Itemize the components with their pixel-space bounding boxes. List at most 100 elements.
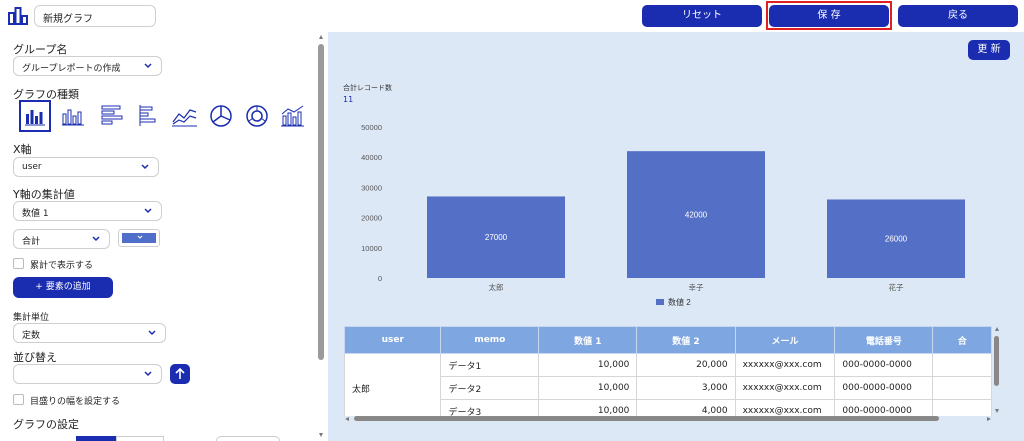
chevron-down-icon [144,371,152,377]
left-panel-scrollbar[interactable] [318,34,324,439]
legend-label: 数値 2 [668,297,691,307]
y-tick-label: 40000 [361,153,382,162]
y-agg-label: Y軸の集計値 [13,188,75,201]
y-agg-value: 数値 1 [22,209,49,219]
table-row: データ2 10,000 3,000 xxxxxx@xxx.com 000-000… [345,376,992,400]
chevron-down-icon [144,63,152,69]
top-bar: 新規グラフ リセット 保 存 戻る [0,0,1024,32]
table-cell [932,353,992,377]
arrow-up-icon [175,367,185,379]
table-header-row: user memo 数値 1 数値 2 メール 電話番号 合 [344,326,992,354]
donut-chart-icon[interactable] [241,100,273,132]
chart-settings-label: グラフの設定 [13,418,79,431]
table-vertical-scrollbar[interactable] [993,326,1001,416]
bar-vertical-thin-icon[interactable] [58,100,90,132]
left-panel-scroll-thumb[interactable] [318,44,324,360]
settings-tab[interactable] [116,436,164,441]
tick-width-label: 目盛りの幅を設定する [30,397,121,407]
table-cell: xxxxxx@xxx.com [734,376,836,400]
unit-select[interactable]: 定数 [13,323,166,343]
data-table: user memo 数値 1 数値 2 メール 電話番号 合 太郎 データ1 1… [344,326,992,416]
header-phone[interactable]: 電話番号 [834,326,934,354]
refresh-button[interactable]: 更 新 [968,40,1010,60]
table-horizontal-scrollbar[interactable] [344,414,992,422]
table-cell: 20,000 [636,353,736,377]
agg-func-select[interactable]: 合計 [13,229,110,249]
scroll-right-icon [987,417,991,421]
group-select-value: グループレポートの作成 [22,64,121,74]
x-axis-select[interactable]: user [13,157,159,177]
bar-horizontal-thin-icon[interactable] [135,100,167,132]
table-row: 太郎 データ1 10,000 20,000 xxxxxx@xxx.com 000… [344,353,992,416]
save-button[interactable]: 保 存 [769,5,889,27]
chevron-down-icon [141,164,149,170]
table-cell: 000-0000-0000 [834,353,934,377]
bar-horizontal-icon[interactable] [97,100,129,132]
scroll-down-icon [995,409,999,413]
chevron-down-icon [144,208,152,214]
sort-direction-button[interactable] [170,364,190,384]
scroll-up-icon [995,327,999,331]
agg-func-value: 合計 [22,237,41,247]
back-button[interactable]: 戻る [898,5,1018,27]
settings-select[interactable] [216,436,280,441]
data-label: 26000 [885,235,908,244]
sort-select[interactable] [13,364,162,384]
y-tick-label: 0 [378,274,382,283]
unit-label: 集計単位 [13,313,50,323]
table-cell: データ2 [440,376,540,400]
table-cell-user: 太郎 [344,353,442,416]
add-element-button[interactable]: + 要素の追加 [13,277,113,298]
group-select[interactable]: グループレポートの作成 [13,56,162,76]
x-axis-label: X軸 [13,143,32,156]
y-agg-select[interactable]: 数値 1 [13,201,162,221]
table-cell: 10,000 [538,376,638,400]
y-tick-label: 10000 [361,244,382,253]
series-color-picker[interactable] [118,229,160,247]
x-axis-value: user [22,162,42,172]
scroll-down-icon [319,433,323,437]
combo-chart-icon[interactable] [277,100,309,132]
table-cell [932,376,992,400]
unit-value: 定数 [22,331,41,341]
header-user[interactable]: user [344,326,442,354]
pie-chart-icon[interactable] [205,100,237,132]
table-cell: 000-0000-0000 [834,376,934,400]
header-memo[interactable]: memo [440,326,540,354]
table-cell: 3,000 [636,376,736,400]
sort-label: 並び替え [13,351,57,364]
header-value2[interactable]: 数値 2 [636,326,736,354]
table-cell: 10,000 [538,353,638,377]
table-horizontal-thumb[interactable] [354,416,939,421]
x-tick-label: 花子 [889,282,904,292]
table-cell: xxxxxx@xxx.com [734,353,836,377]
settings-tab-active[interactable] [76,436,116,441]
chevron-down-icon [148,330,156,336]
x-tick-label: 太郎 [489,282,504,292]
group-name-label: グループ名 [13,43,68,56]
cumulative-label: 累計で表示する [30,261,94,271]
table-cell: データ1 [440,353,540,377]
data-label: 42000 [685,211,708,220]
tick-width-checkbox[interactable] [13,394,24,405]
reset-button[interactable]: リセット [642,5,762,27]
bar-chart-logo-icon[interactable] [8,7,28,25]
chevron-down-icon [137,235,143,239]
bar-chart: 50000 40000 30000 20000 10000 0 27000 太郎 42000 幸子… [361,123,965,307]
y-tick-label: 30000 [361,183,382,192]
header-value1[interactable]: 数値 1 [538,326,638,354]
cumulative-checkbox[interactable] [13,258,24,269]
graph-title-input[interactable]: 新規グラフ [34,5,156,27]
data-table-container: user memo 数値 1 数値 2 メール 電話番号 合 太郎 データ1 1… [344,326,992,416]
chevron-down-icon [92,236,100,242]
scroll-left-icon [345,417,349,421]
header-email[interactable]: メール [734,326,836,354]
scroll-up-icon [319,35,323,39]
data-label: 27000 [485,233,508,242]
y-tick-label: 50000 [361,123,382,132]
table-vertical-thumb[interactable] [994,336,999,386]
line-chart-icon[interactable] [169,100,201,132]
bar-vertical-icon[interactable] [19,100,51,132]
header-total[interactable]: 合 [932,326,992,354]
y-tick-label: 20000 [361,214,382,223]
